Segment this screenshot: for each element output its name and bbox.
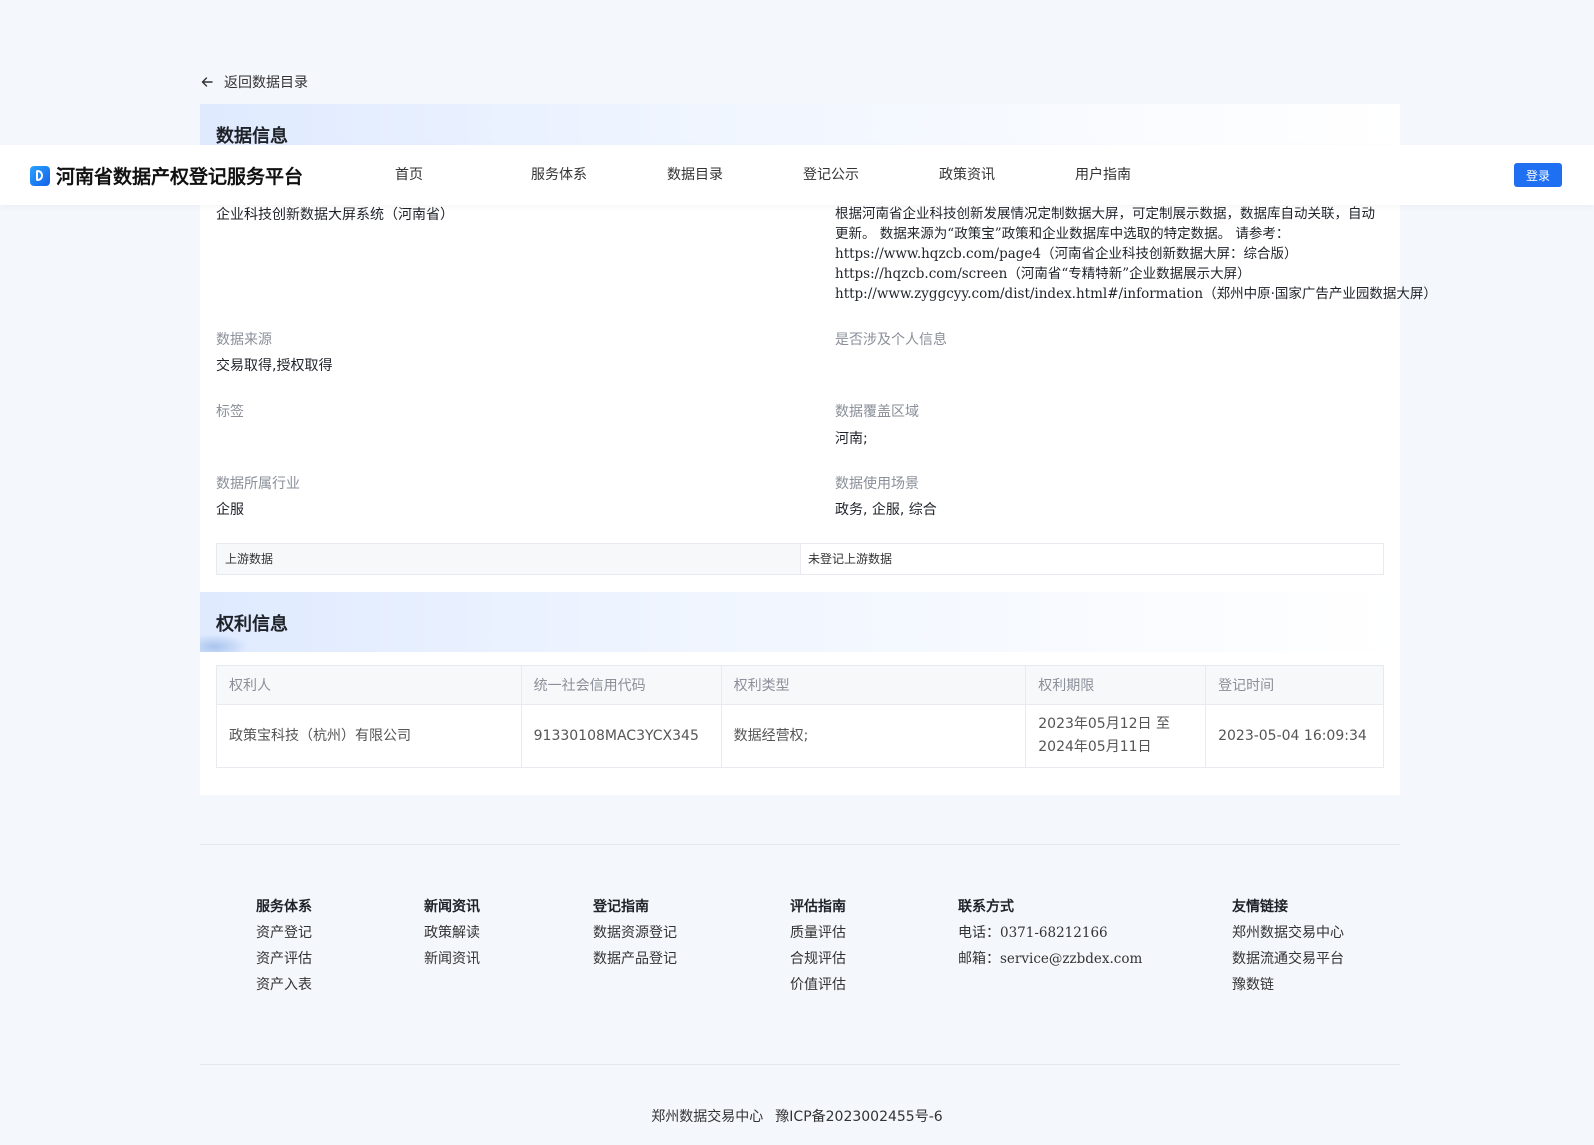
site-title: 河南省数据产权登记服务平台 [56, 166, 304, 188]
column-header: 登记时间 [1205, 665, 1384, 705]
footer-column-links: 友情链接 郑州数据交易中心 数据流通交易平台 豫数链 [1232, 897, 1344, 995]
footer-link[interactable]: 数据资源登记 [593, 923, 677, 943]
nav-item-policy-news[interactable]: 政策资讯 [939, 145, 1075, 205]
contact-email: 邮箱：service@zzbdex.com [958, 949, 1142, 969]
term-start: 2023年05月12日 至 [1038, 716, 1170, 732]
copyright-org: 郑州数据交易中心 [651, 1109, 764, 1125]
footer-link[interactable]: 新闻资讯 [424, 949, 480, 969]
description-line: 根据河南省企业科技创新发展情况定制数据大屏，可定制展示数据，数据库自动关联，自动… [835, 206, 1375, 242]
footer-column-evaluate-guide: 评估指南 质量评估 合规评估 价值评估 [790, 897, 846, 995]
upstream-data-value: 未登记上游数据 [808, 552, 893, 566]
footer-column-services: 服务体系 资产登记 资产评估 资产入表 [256, 897, 312, 995]
column-header: 权利人 [216, 665, 522, 705]
description-link: https://hqzcb.com/screen（河南省“专精特新”企业数据展示… [835, 266, 1251, 282]
nav-item-home[interactable]: 首页 [395, 145, 531, 205]
site-logo[interactable]: 河南省数据产权登记服务平台 [30, 162, 303, 189]
arrow-left-icon [201, 77, 213, 87]
usage-scene-value: 政务, 企服, 综合 [835, 502, 937, 518]
contact-phone: 电话：0371-68212166 [958, 923, 1142, 943]
footer-column-title: 联系方式 [958, 899, 1014, 915]
footer-column-register-guide: 登记指南 数据资源登记 数据产品登记 [593, 897, 677, 969]
icp-number[interactable]: 豫ICP备2023002455号-6 [775, 1109, 942, 1125]
data-name-value: 企业科技创新数据大屏系统（河南省） [216, 207, 454, 223]
footer-column-title: 服务体系 [256, 899, 312, 915]
phone-value: 0371-68212166 [1000, 925, 1108, 941]
footer-link[interactable]: 资产登记 [256, 923, 312, 943]
column-header: 统一社会信用代码 [520, 665, 722, 705]
footer-link[interactable]: 合规评估 [790, 949, 846, 969]
nav-item-data-catalog[interactable]: 数据目录 [667, 145, 803, 205]
email-value: service@zzbdex.com [1000, 951, 1143, 967]
footer-link[interactable]: 质量评估 [790, 923, 846, 943]
credit-code-cell: 91330108MAC3YCX345 [520, 704, 722, 768]
tags-label: 标签 [216, 404, 244, 420]
footer-column-title: 友情链接 [1232, 899, 1288, 915]
nav-item-registration-notice[interactable]: 登记公示 [803, 145, 939, 205]
footer-link[interactable]: 价值评估 [790, 975, 846, 995]
rights-term-cell: 2023年05月12日 至 2024年05月11日 [1025, 704, 1207, 768]
upstream-data-row: 上游数据 未登记上游数据 [216, 543, 1384, 575]
footer-column-news: 新闻资讯 政策解读 新闻资讯 [424, 897, 480, 969]
personal-info-label: 是否涉及个人信息 [835, 332, 947, 348]
usage-scene-label: 数据使用场景 [835, 476, 919, 492]
footer-link[interactable]: 数据产品登记 [593, 949, 677, 969]
footer-link[interactable]: 资产评估 [256, 949, 312, 969]
footer-divider [200, 844, 1400, 845]
source-value: 交易取得,授权取得 [216, 358, 333, 374]
detail-card: 数据信息 企业科技创新数据大屏系统（河南省） 根据河南省企业科技创新发展情况定制… [200, 104, 1437, 795]
description-link: https://www.hqzcb.com/page4（河南省企业科技创新数据大… [835, 246, 1298, 262]
rights-holder-cell: 政策宝科技（杭州）有限公司 [216, 704, 522, 768]
header-wing-decoration [200, 634, 248, 652]
footer-column-title: 新闻资讯 [424, 899, 480, 915]
email-label: 邮箱： [958, 951, 1000, 967]
upstream-data-label: 上游数据 [217, 544, 801, 574]
nav-item-services[interactable]: 服务体系 [531, 145, 667, 205]
data-description: 根据河南省企业科技创新发展情况定制数据大屏，可定制展示数据，数据库自动关联，自动… [835, 204, 1437, 304]
rights-info-title: 权利信息 [216, 614, 288, 635]
industry-value: 企服 [216, 502, 244, 518]
main-nav: 首页 服务体系 数据目录 登记公示 政策资讯 用户指南 [395, 145, 1211, 205]
source-label: 数据来源 [216, 332, 272, 348]
footer-link[interactable]: 数据流通交易平台 [1232, 949, 1344, 969]
logo-icon [30, 165, 50, 186]
footer-link[interactable]: 政策解读 [424, 923, 480, 943]
column-header: 权利期限 [1025, 665, 1207, 705]
table-row: 政策宝科技（杭州）有限公司 91330108MAC3YCX345 数据经营权; … [216, 704, 1384, 768]
registered-time-cell: 2023-05-04 16:09:34 [1205, 704, 1384, 768]
rights-table: 权利人 统一社会信用代码 权利类型 权利期限 登记时间 政策宝科技（杭州）有限公… [216, 665, 1384, 768]
top-navigation-bar: 河南省数据产权登记服务平台 首页 服务体系 数据目录 登记公示 政策资讯 用户指… [0, 145, 1594, 205]
rights-info-header: 权利信息 [200, 592, 1400, 652]
login-button[interactable]: 登录 [1514, 163, 1562, 187]
footer-column-title: 评估指南 [790, 899, 846, 915]
footer-link[interactable]: 郑州数据交易中心 [1232, 923, 1344, 943]
description-link: http://www.zyggcyy.com/dist/index.html#/… [835, 286, 1437, 302]
term-end: 2024年05月11日 [1038, 739, 1152, 755]
column-header: 权利类型 [720, 665, 1027, 705]
table-header-row: 权利人 统一社会信用代码 权利类型 权利期限 登记时间 [216, 665, 1384, 705]
coverage-region-value: 河南; [835, 431, 868, 447]
back-to-catalog-link[interactable]: 返回数据目录 [200, 72, 308, 92]
phone-label: 电话： [958, 925, 1000, 941]
copyright-bar: 郑州数据交易中心 豫ICP备2023002455号-6 [0, 1106, 1594, 1126]
footer-column-contact: 联系方式 电话：0371-68212166 邮箱：service@zzbdex.… [958, 897, 1142, 969]
footer-link[interactable]: 豫数链 [1232, 975, 1344, 995]
industry-label: 数据所属行业 [216, 476, 300, 492]
footer-bottom-divider [200, 1064, 1400, 1065]
back-link-label: 返回数据目录 [224, 75, 308, 91]
footer-link[interactable]: 资产入表 [256, 975, 312, 995]
right-type-cell: 数据经营权; [720, 704, 1027, 768]
coverage-region-label: 数据覆盖区域 [835, 404, 919, 420]
nav-item-user-guide[interactable]: 用户指南 [1075, 145, 1211, 205]
footer-column-title: 登记指南 [593, 899, 649, 915]
